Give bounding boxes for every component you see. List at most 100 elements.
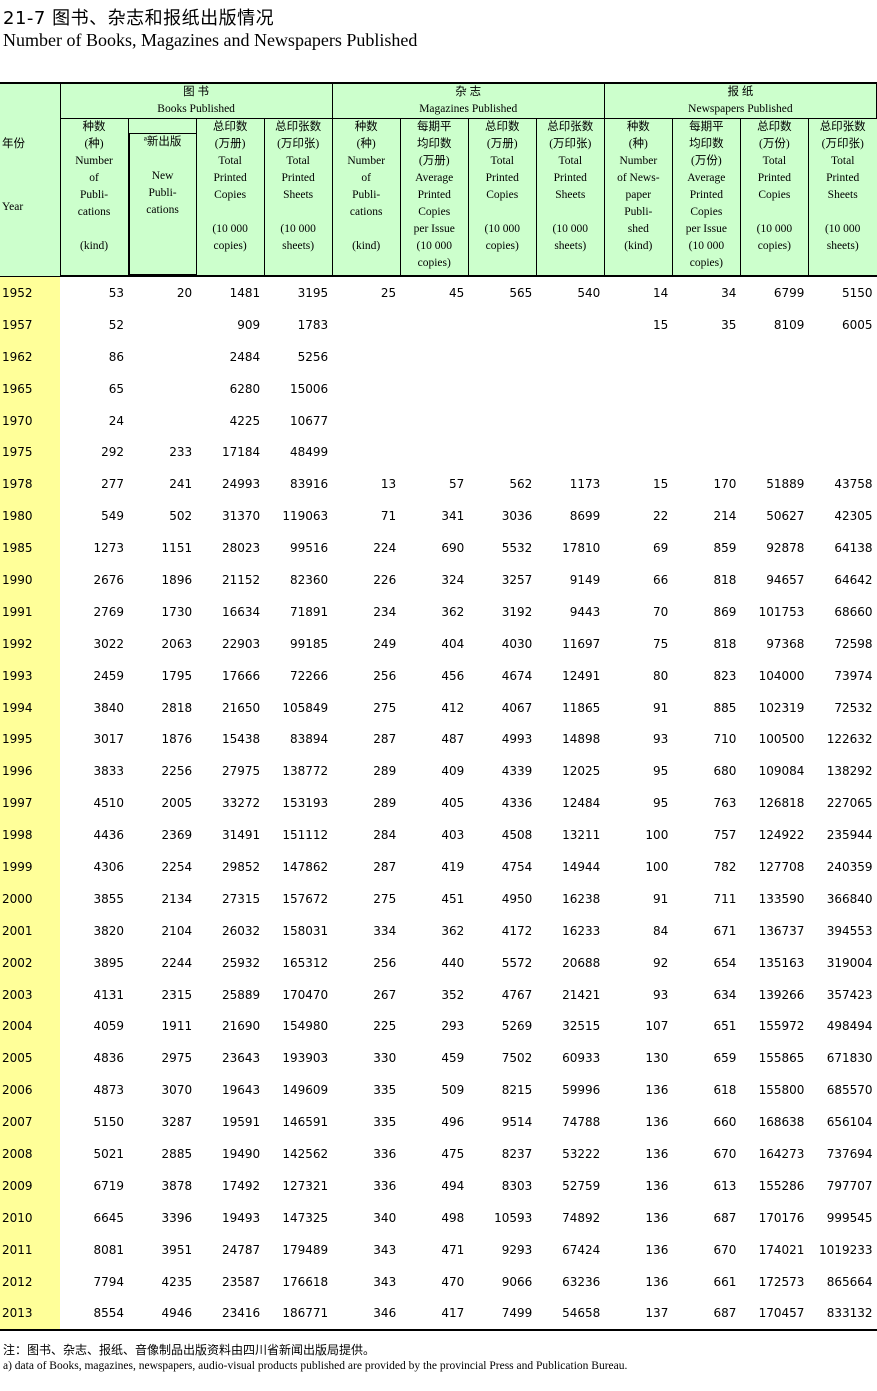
- value-cell: 1876: [161, 732, 193, 747]
- value-cell: 2315: [161, 987, 193, 1002]
- value-cell: 459: [441, 1051, 465, 1066]
- value-cell: 53: [108, 285, 125, 300]
- value-cell: 3036: [501, 509, 533, 524]
- value-cell: 63236: [562, 1274, 601, 1289]
- value-cell: 782: [713, 859, 737, 874]
- value-cell: 8081: [93, 1242, 125, 1257]
- column-header: 种数 (种) Number of Publi-cations (kind): [331, 118, 401, 277]
- value-cell: 155972: [758, 1019, 805, 1034]
- value-cell: 275: [373, 891, 397, 906]
- value-cell: 1783: [297, 317, 329, 332]
- column-header-line: (10 000: [552, 223, 589, 235]
- value-cell: 69: [653, 541, 669, 556]
- value-cell: 35: [721, 317, 737, 332]
- table-row: 2008 5021 2885 19490 142562 336 475 8237 53222 13…: [0, 1138, 877, 1170]
- column-header-line: Number: [75, 155, 113, 167]
- value-cell: 19643: [221, 1083, 261, 1098]
- value-cell: 661: [713, 1274, 737, 1289]
- value-cell: 64138: [834, 541, 873, 556]
- value-cell: 34: [721, 285, 737, 300]
- value-cell: 146591: [282, 1115, 329, 1130]
- value-cell: 670: [713, 1242, 737, 1257]
- value-cell: 833132: [808, 1297, 877, 1332]
- value-cell: 2484: [229, 349, 261, 364]
- value-cell: 74892: [562, 1210, 601, 1225]
- year-cell: 1999: [0, 851, 61, 883]
- column-header-line: of News-: [617, 172, 660, 184]
- group-books-cn: 图 书: [183, 86, 210, 98]
- value-cell: 15006: [289, 381, 329, 396]
- column-header-line: Printed: [689, 189, 723, 201]
- value-cell: [400, 341, 468, 373]
- year-cell: 2010: [0, 1201, 61, 1234]
- value-cell: 4946: [128, 1297, 197, 1332]
- value-cell: 1151: [161, 541, 193, 556]
- column-header-line: [809, 204, 876, 221]
- table-row: 2010 6645 3396 19493 147325 340 498 10593 74892 1…: [0, 1201, 877, 1234]
- value-cell: 51889: [766, 477, 805, 492]
- year-cell: 1997: [0, 787, 61, 820]
- value-cell: [468, 309, 536, 341]
- value-cell: [400, 436, 468, 468]
- value-cell: 3951: [161, 1242, 193, 1257]
- value-cell: 107: [645, 1019, 669, 1034]
- table-row: 1992 3022 2063 22903 99185 249 404 4030 11697 75 8…: [0, 627, 877, 660]
- value-cell: [400, 373, 468, 405]
- value-cell: 15438: [221, 732, 261, 747]
- column-header: 每期平 均印数 (万份) Average Printed Copies per Issue (…: [671, 118, 741, 277]
- value-cell: 71: [380, 509, 397, 524]
- value-cell: 19591: [221, 1115, 261, 1130]
- value-cell: 240359: [826, 859, 873, 874]
- column-header-cn: 总印数: [757, 121, 792, 133]
- year-cell: 1996: [0, 755, 61, 788]
- column-header-line: (10 000: [212, 223, 248, 235]
- value-cell: 404: [441, 636, 465, 651]
- group-magazines-en: Magazines Published: [419, 103, 518, 115]
- value-cell: 14898: [562, 732, 601, 747]
- column-header-line: Average: [687, 172, 726, 184]
- value-cell: 19493: [221, 1210, 261, 1225]
- value-cell: 136: [645, 1115, 669, 1130]
- group-magazines-cn: 杂 志: [455, 86, 482, 98]
- value-cell: 155800: [758, 1083, 805, 1098]
- table-row: 1965 65 6280 15006: [0, 372, 877, 405]
- value-cell: 26032: [221, 923, 261, 938]
- table-row: 2013 8554 4946 23416 186771 346 417 7499 54658 13…: [0, 1297, 877, 1332]
- value-cell: 287: [373, 732, 397, 747]
- value-cell: [468, 373, 536, 405]
- year-cell: 2006: [0, 1074, 61, 1107]
- year-cell: 1990: [0, 564, 61, 596]
- value-cell: 170470: [282, 987, 329, 1002]
- value-cell: 6005: [841, 317, 873, 332]
- value-cell: [536, 405, 604, 437]
- value-cell: 343: [373, 1242, 397, 1257]
- value-cell: 656104: [826, 1115, 873, 1130]
- column-header-line: (10 000: [756, 223, 793, 235]
- value-cell: 136: [645, 1178, 669, 1193]
- table-row: 2007 5150 3287 19591 146591 335 496 9514 74788 13…: [0, 1106, 877, 1139]
- value-cell: 9066: [501, 1274, 533, 1289]
- value-cell: 336: [373, 1178, 397, 1193]
- value-cell: 142562: [282, 1146, 329, 1161]
- column-header-line: Copies: [214, 189, 247, 201]
- column-header-cn: 总印张数: [547, 121, 594, 133]
- year-cell: 1962: [0, 340, 61, 373]
- value-cell: 136: [645, 1083, 669, 1098]
- value-cell: 4674: [501, 668, 533, 683]
- year-cell: 2003: [0, 978, 61, 1011]
- year-cell: 1991: [0, 595, 61, 628]
- table-row: 1980 549 502 31370 119063 71 341 3036 8699 22 214 5…: [0, 500, 877, 533]
- value-cell: 494: [441, 1178, 465, 1193]
- value-cell: 64642: [834, 572, 873, 587]
- value-cell: 869: [713, 604, 737, 619]
- value-cell: 16233: [562, 923, 601, 938]
- value-cell: 5572: [501, 955, 533, 970]
- value-cell: 25: [380, 285, 397, 300]
- value-cell: 136: [645, 1210, 669, 1225]
- value-cell: 73974: [834, 668, 873, 683]
- table-row: 2005 4836 2975 23643 193903 330 459 7502 60933 13…: [0, 1042, 877, 1075]
- value-cell: 11697: [562, 636, 601, 651]
- table-row: 1970 24 4225 10677: [0, 404, 877, 437]
- column-header-line: Printed: [757, 172, 791, 184]
- table-row: 2003 4131 2315 25889 170470 267 352 4767 21421 93…: [0, 978, 877, 1011]
